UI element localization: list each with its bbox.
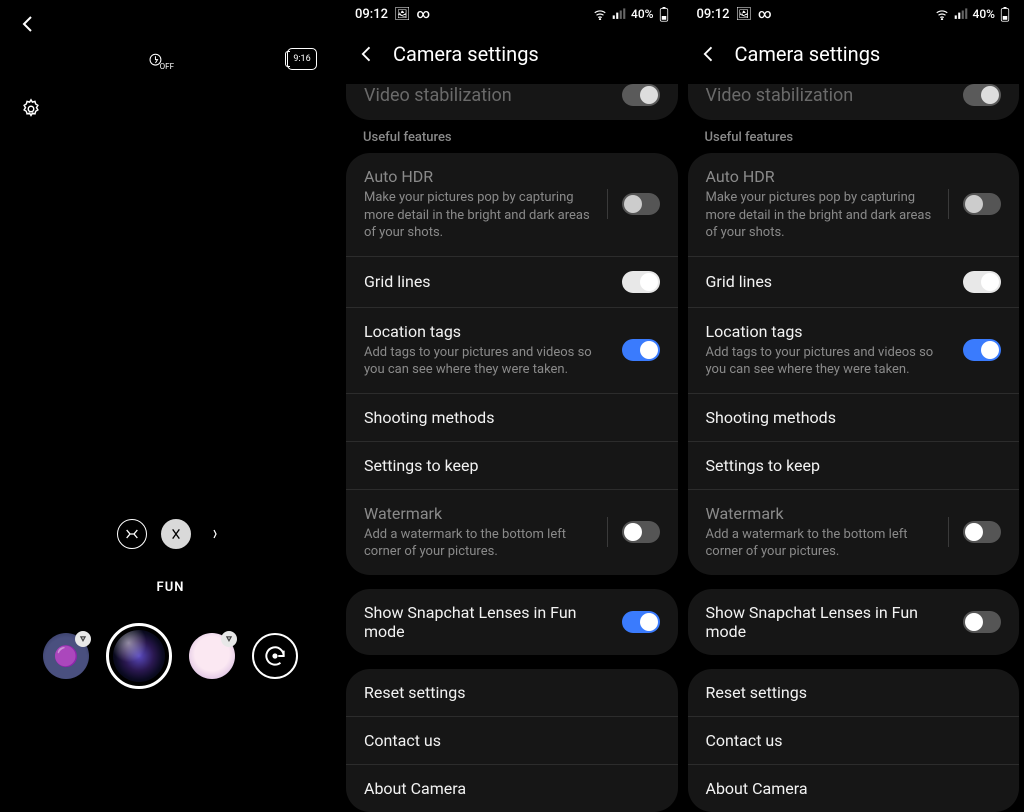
toggle[interactable] (963, 611, 1001, 633)
reset-settings-row[interactable]: Reset settings (688, 669, 1020, 716)
useful-features-card: Auto HDR Make your pictures pop by captu… (688, 153, 1020, 575)
mode-label: FUN (0, 580, 341, 595)
watermark-row[interactable]: Watermark Add a watermark to the bottom … (346, 489, 678, 575)
status-time: 09:12 (355, 7, 388, 22)
snapchat-card: Show Snapchat Lenses in Fun mode (346, 589, 678, 655)
snapchat-card: Show Snapchat Lenses in Fun mode (688, 589, 1020, 655)
lens-effect-1[interactable]: 🟣 (43, 633, 89, 679)
flash-label: OFF (160, 62, 174, 71)
shooting-methods-row[interactable]: Shooting methods (346, 393, 678, 441)
section-label: Useful features (341, 120, 683, 153)
settings-screen-a: 09:12 🖼 ∞ 40% Camera settings Video stab… (341, 0, 683, 759)
gear-icon[interactable] (20, 98, 42, 120)
video-stabilization-row[interactable]: Video stabilization (688, 84, 1020, 120)
toggle[interactable] (963, 521, 1001, 543)
toggle[interactable] (963, 339, 1001, 361)
image-icon: 🖼 (735, 8, 752, 21)
section-label: Useful features (683, 120, 1024, 153)
general-card: Reset settings Contact us About Camera (346, 669, 678, 812)
toggle[interactable] (963, 271, 1001, 293)
toggle[interactable] (622, 339, 660, 361)
location-tags-row[interactable]: Location tags Add tags to your pictures … (688, 307, 1020, 393)
watermark-row[interactable]: Watermark Add a watermark to the bottom … (688, 489, 1020, 575)
reset-settings-row[interactable]: Reset settings (346, 669, 678, 716)
recycle-icon (221, 631, 237, 647)
camera-screen: OFF 9:16 FUN 🟣 (0, 0, 341, 759)
toggle[interactable] (622, 193, 660, 215)
aspect-ratio-label: 9:16 (293, 54, 310, 64)
back-icon[interactable] (357, 44, 377, 64)
camera-controls-row: OFF 9:16 (0, 48, 341, 74)
settings-to-keep-row[interactable]: Settings to keep (688, 441, 1020, 489)
shooting-methods-row[interactable]: Shooting methods (688, 393, 1020, 441)
signal-icon (954, 8, 968, 20)
recycle-icon (75, 631, 91, 647)
settings-to-keep-row[interactable]: Settings to keep (346, 441, 678, 489)
lens-carousel: 🟣 (0, 623, 341, 689)
snapchat-lenses-row[interactable]: Show Snapchat Lenses in Fun mode (346, 589, 678, 655)
battery-pct: 40% (973, 7, 995, 21)
settings-screen-b: 09:12 🖼 ∞ 40% Camera settings Video stab… (683, 0, 1024, 759)
zoom-ultrawide[interactable] (117, 519, 147, 549)
contact-us-row[interactable]: Contact us (688, 716, 1020, 764)
location-tags-row[interactable]: Location tags Add tags to your pictures … (346, 307, 678, 393)
status-time: 09:12 (697, 7, 730, 22)
general-card: Reset settings Contact us About Camera (688, 669, 1020, 812)
toggle[interactable] (622, 611, 660, 633)
flash-off-icon[interactable]: OFF (148, 48, 174, 74)
auto-hdr-row[interactable]: Auto HDR Make your pictures pop by captu… (688, 153, 1020, 256)
grid-lines-row[interactable]: Grid lines (346, 256, 678, 307)
signal-icon (612, 8, 626, 20)
zoom-tele[interactable] (205, 524, 225, 544)
about-camera-row[interactable]: About Camera (346, 764, 678, 812)
snapchat-lenses-row[interactable]: Show Snapchat Lenses in Fun mode (688, 589, 1020, 655)
zoom-controls (0, 519, 341, 549)
status-bar: 09:12 🖼 ∞ 40% (341, 0, 683, 28)
aspect-ratio-button[interactable]: 9:16 (287, 48, 317, 70)
settings-header: Camera settings (341, 28, 683, 84)
toggle[interactable] (622, 521, 660, 543)
toggle[interactable] (622, 84, 660, 106)
settings-title: Camera settings (735, 42, 881, 66)
battery-pct: 40% (631, 7, 653, 21)
image-icon: 🖼 (394, 8, 411, 21)
useful-features-card: Auto HDR Make your pictures pop by captu… (346, 153, 678, 575)
toggle[interactable] (963, 84, 1001, 106)
switch-camera-button[interactable] (252, 633, 298, 679)
battery-icon (1000, 7, 1010, 22)
status-bar: 09:12 🖼 ∞ 40% (683, 0, 1024, 28)
zoom-wide[interactable] (161, 519, 191, 549)
toggle[interactable] (622, 271, 660, 293)
settings-title: Camera settings (393, 42, 539, 66)
lens-effect-2[interactable] (189, 633, 235, 679)
infinity-icon: ∞ (417, 8, 431, 21)
about-camera-row[interactable]: About Camera (688, 764, 1020, 812)
back-icon[interactable] (699, 44, 719, 64)
settings-header: Camera settings (683, 28, 1024, 84)
wifi-icon (935, 8, 949, 20)
grid-lines-row[interactable]: Grid lines (688, 256, 1020, 307)
wifi-icon (593, 8, 607, 20)
auto-hdr-row[interactable]: Auto HDR Make your pictures pop by captu… (346, 153, 678, 256)
contact-us-row[interactable]: Contact us (346, 716, 678, 764)
toggle[interactable] (963, 193, 1001, 215)
battery-icon (659, 7, 669, 22)
back-icon[interactable] (16, 12, 40, 36)
video-stabilization-row[interactable]: Video stabilization (346, 84, 678, 120)
shutter-button[interactable] (106, 623, 172, 689)
camera-top-bar (0, 0, 341, 36)
infinity-icon: ∞ (758, 8, 772, 21)
